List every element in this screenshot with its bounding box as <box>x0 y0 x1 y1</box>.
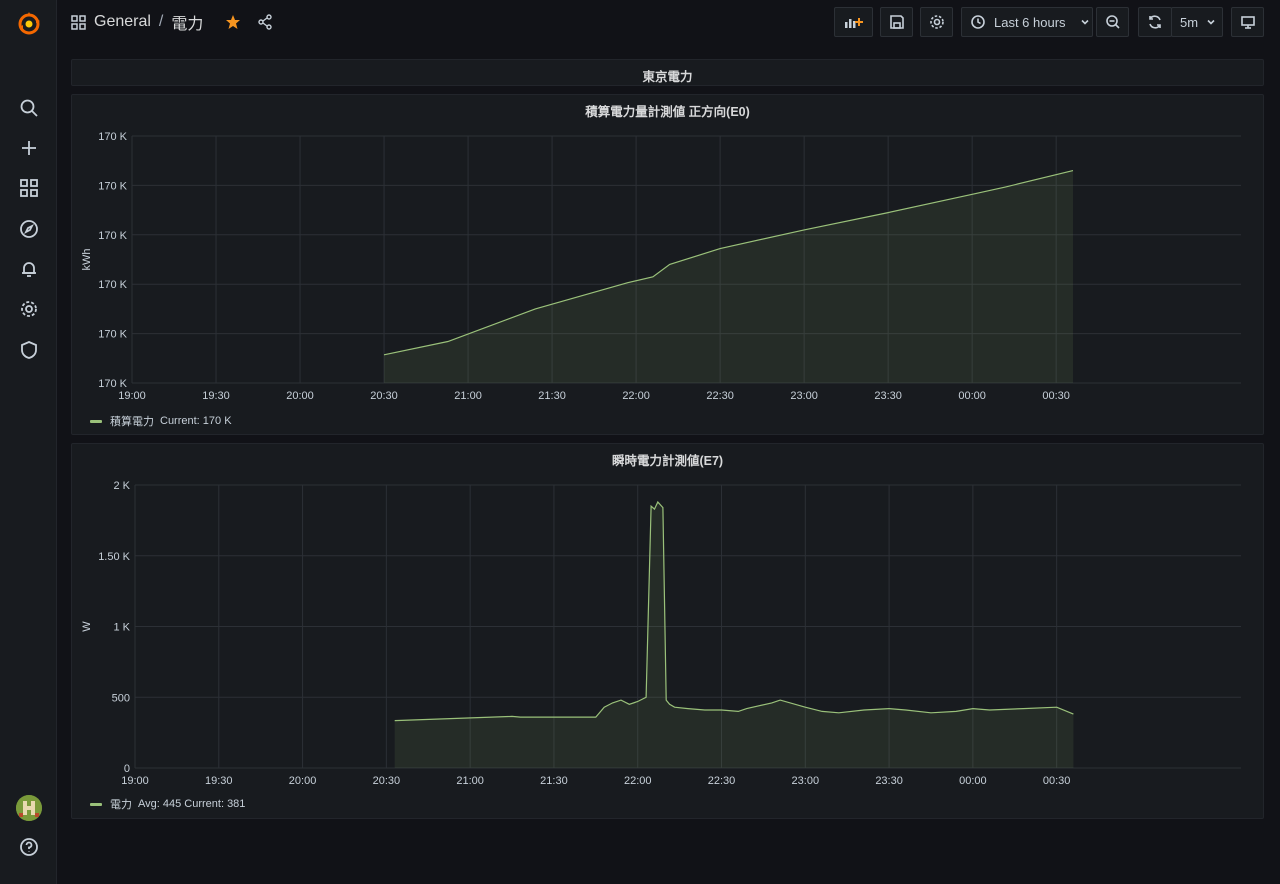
x-tick-label: 21:00 <box>454 390 482 402</box>
save-dashboard-button[interactable] <box>880 7 913 37</box>
dashboard-row[interactable]: 東京電力 <box>71 59 1264 86</box>
panel-instant-power[interactable]: 瞬時電力計測値(E7) 0 500 1 K 1.50 K 2 K 19:00 19:30 20… <box>71 443 1264 819</box>
dashboard-settings-gear-icon[interactable] <box>920 7 953 37</box>
panel-cumulative-energy[interactable]: 積算電力量計測値 正方向(E0) 170 K 170 K 170 K 170 K 170… <box>71 94 1264 435</box>
dashboard-title[interactable]: 電力 <box>171 10 203 34</box>
x-tick-label: 00:00 <box>958 390 986 402</box>
y-tick-label: 170 K <box>98 329 127 341</box>
x-tick-label: 22:00 <box>622 390 650 402</box>
legend-stats: Avg: 445 Current: 381 <box>138 798 246 810</box>
zoom-out-button[interactable] <box>1096 7 1129 37</box>
x-tick-label: 21:30 <box>538 390 566 402</box>
x-tick-label: 22:30 <box>708 775 736 787</box>
x-tick-label: 21:00 <box>456 775 484 787</box>
monitor-icon <box>1240 16 1255 29</box>
y-axis-label: kWh <box>81 249 93 271</box>
x-tick-label: 19:30 <box>202 390 230 402</box>
share-icon[interactable] <box>257 14 273 30</box>
alerting-bell-icon[interactable] <box>14 254 44 284</box>
x-tick-label: 19:00 <box>118 390 146 402</box>
chevron-down-icon <box>1080 19 1089 25</box>
y-tick-label: 170 K <box>98 180 127 192</box>
plus-icon[interactable] <box>14 133 44 163</box>
favorite-star-icon[interactable] <box>225 14 241 30</box>
panel-title: 瞬時電力計測値(E7) <box>611 454 724 468</box>
x-tick-label: 20:30 <box>373 775 401 787</box>
server-admin-shield-icon[interactable] <box>14 335 44 365</box>
x-tick-label: 23:30 <box>874 390 902 402</box>
instant-power-chart[interactable]: 0 500 1 K 1.50 K 2 K 19:00 19:30 20:00 20:30 21:0… <box>72 472 1263 817</box>
panel-title: 積算電力量計測値 正方向(E0) <box>585 105 750 119</box>
x-tick-label: 19:30 <box>205 775 233 787</box>
breadcrumb: General / 電力 <box>71 10 273 34</box>
y-tick-label: 500 <box>112 692 130 704</box>
x-tick-label: 23:00 <box>790 390 818 402</box>
series-line <box>394 500 1074 722</box>
refresh-interval-label: 5m <box>1180 14 1199 30</box>
dashboard-grid-icon <box>71 14 86 30</box>
x-tick-label: 20:30 <box>370 390 398 402</box>
cycle-view-mode-button[interactable] <box>1231 7 1264 37</box>
zoom-out-icon <box>1105 15 1120 29</box>
x-tick-label: 22:30 <box>706 390 734 402</box>
chevron-down-icon <box>1207 19 1215 25</box>
x-tick-label: 22:00 <box>624 775 652 787</box>
y-axis-label: W <box>81 621 93 632</box>
x-tick-label: 00:00 <box>959 775 987 787</box>
x-tick-label: 23:00 <box>792 775 820 787</box>
x-tick-label: 00:30 <box>1042 390 1070 402</box>
help-icon[interactable] <box>14 832 44 862</box>
x-tick-label: 20:00 <box>289 775 317 787</box>
legend[interactable]: 電力 Avg: 445 Current: 381 <box>90 796 245 812</box>
legend-swatch <box>90 802 102 806</box>
breadcrumb-separator: / <box>158 13 164 30</box>
refresh-button[interactable] <box>1138 7 1172 37</box>
y-tick-label: 170 K <box>98 279 127 291</box>
clock-icon <box>971 15 985 29</box>
row-title: 東京電力 <box>642 70 693 84</box>
legend-stats: Current: 170 K <box>160 415 232 427</box>
y-tick-label: 170 K <box>98 230 127 242</box>
x-tick-label: 21:30 <box>540 775 568 787</box>
top-navbar: General / 電力 Last 6 hours 5m <box>57 0 1280 44</box>
x-tick-label: 00:30 <box>1043 775 1071 787</box>
y-tick-label: 170 K <box>98 378 127 390</box>
y-tick-label: 0 <box>124 763 130 775</box>
legend-swatch <box>90 419 102 423</box>
dashboards-icon[interactable] <box>14 173 44 203</box>
series-area <box>394 502 1074 768</box>
y-tick-label: 170 K <box>98 131 127 143</box>
search-icon[interactable] <box>14 93 44 123</box>
x-tick-label: 20:00 <box>286 390 314 402</box>
grafana-logo-icon[interactable] <box>14 9 44 39</box>
refresh-interval-picker[interactable]: 5m <box>1171 7 1223 37</box>
legend-series-name: 電力 <box>110 799 132 811</box>
legend[interactable]: 積算電力 Current: 170 K <box>90 413 232 429</box>
cumulative-energy-chart[interactable]: 170 K170 K170 K170 K170 K170 K19:00 19:30… <box>72 123 1263 433</box>
side-menu <box>0 0 57 884</box>
legend-series-name: 積算電力 <box>110 416 154 428</box>
time-range-picker[interactable]: Last 6 hours <box>961 7 1093 37</box>
user-avatar[interactable] <box>16 795 42 821</box>
refresh-icon <box>1149 15 1161 29</box>
x-tick-label: 23:30 <box>875 775 903 787</box>
explore-compass-icon[interactable] <box>14 214 44 244</box>
add-panel-button[interactable] <box>834 7 873 37</box>
series-area <box>384 170 1073 383</box>
y-tick-label: 2 K <box>113 480 130 492</box>
time-range-label: Last 6 hours <box>994 14 1066 30</box>
y-tick-label: 1.50 K <box>98 551 130 563</box>
x-tick-label: 19:00 <box>121 775 149 787</box>
y-tick-label: 1 K <box>113 622 130 634</box>
folder-link[interactable]: General <box>94 13 151 31</box>
configuration-gear-icon[interactable] <box>14 294 44 324</box>
